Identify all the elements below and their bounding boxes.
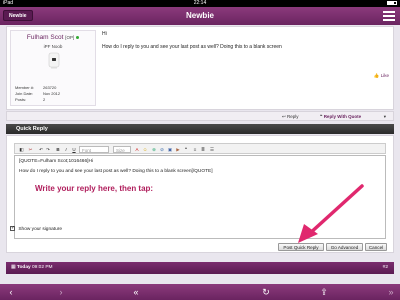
signature-label: Show your signature — [18, 226, 63, 232]
post-message: Hi How do I reply to you and see your la… — [102, 31, 282, 57]
reply-arrow-icon: ↩ — [282, 114, 286, 119]
italic-icon[interactable]: I — [63, 146, 69, 153]
next-post-header: ▦ Today 09:02 PM #2 — [6, 262, 394, 274]
post-quick-reply-button[interactable]: Post Quick Reply — [278, 243, 324, 251]
battery-icon — [387, 0, 397, 5]
online-status-icon — [76, 35, 80, 39]
top-nav-bar: Newbie Newbie — [0, 7, 400, 25]
editor-quote-open: [QUOTE=Fulham Scot;1016466]Hi — [19, 159, 93, 164]
avatar[interactable] — [46, 51, 62, 69]
calendar-icon: ▦ — [11, 265, 16, 270]
username-text[interactable]: Fulham Scot — [27, 34, 64, 41]
user-info-box: Fulham Scot [OP] iPF Noob Member #: 26372… — [10, 30, 96, 106]
quick-reply-heading: Quick Reply — [6, 124, 394, 134]
cancel-button[interactable]: Cancel — [365, 243, 387, 251]
list-icon[interactable]: ☰ — [209, 146, 215, 153]
forward-arrow-icon[interactable]: › — [55, 286, 67, 298]
align-center-icon[interactable]: ≣ — [200, 146, 206, 153]
editor-toolbar: ◧ ✂ ↶ ↷ B I U Font Size A ☺ ⊕ ⊘ ▣ ▶ ❞ ≡ … — [14, 143, 386, 154]
align-left-icon[interactable]: ≡ — [192, 146, 198, 153]
next-page-icon[interactable]: » — [385, 286, 397, 298]
battery-indicator — [385, 0, 397, 7]
hamburger-menu-icon[interactable] — [383, 11, 395, 21]
op-tag: [OP] — [65, 35, 75, 40]
stat-row: Posts: 2 — [15, 97, 46, 102]
post-body: How do I reply to you and see your last … — [102, 44, 282, 50]
thumbs-up-icon: 👍 — [373, 73, 380, 78]
status-bar: iPad 22:14 — [0, 0, 400, 7]
clock: 22:14 — [193, 0, 207, 6]
checkbox-checked-icon[interactable] — [10, 225, 15, 231]
font-select[interactable]: Font — [79, 146, 109, 153]
source-mode-icon[interactable]: ◧ — [18, 146, 25, 153]
share-icon[interactable]: ⇪ — [318, 286, 330, 298]
image-icon[interactable]: ▣ — [167, 146, 173, 153]
smilie-icon[interactable]: ☺ — [142, 146, 148, 153]
back-arrow-icon[interactable]: ‹ — [5, 286, 17, 298]
quote-icon: ❝ — [320, 114, 323, 119]
post-date: Today — [16, 265, 31, 270]
post-action-bar: ↩ Reply ❝ Reply With Quote ▾ — [6, 111, 394, 121]
like-button[interactable]: 👍 Like — [374, 73, 389, 79]
redo-icon[interactable]: ↷ — [45, 146, 51, 153]
reply-with-quote-button[interactable]: ❝ Reply With Quote — [317, 113, 364, 120]
bold-icon[interactable]: B — [55, 146, 61, 153]
text-color-icon[interactable]: A — [134, 146, 140, 153]
go-advanced-button[interactable]: Go Advanced — [326, 243, 363, 251]
reply-button[interactable]: ↩ Reply — [279, 113, 302, 120]
quick-reply-textarea[interactable]: [QUOTE=Fulham Scot;1016466]Hi How do I r… — [14, 155, 386, 239]
post-username[interactable]: Fulham Scot [OP] — [11, 34, 95, 41]
undo-icon[interactable]: ↶ — [38, 146, 44, 153]
page-title: Newbie — [185, 11, 214, 20]
bottom-toolbar: ‹ › « ↻ ⇪ » — [0, 284, 400, 300]
instruction-overlay-text: Write your reply here, then tap: — [35, 184, 154, 193]
user-stats: Member #: 263720 Join Date: Nov 2012 Posts… — [15, 85, 93, 103]
more-options-icon[interactable]: ▾ — [381, 113, 389, 120]
size-select[interactable]: Size — [113, 146, 131, 153]
show-signature-checkbox[interactable]: Show your signature — [10, 225, 63, 232]
remove-format-icon[interactable]: ✂ — [27, 146, 34, 153]
post-time: 09:02 PM — [32, 265, 53, 270]
refresh-icon[interactable]: ↻ — [260, 286, 272, 298]
post-1: Fulham Scot [OP] iPF Noob Member #: 26372… — [6, 26, 394, 110]
quote-insert-icon[interactable]: ❞ — [183, 146, 189, 153]
prev-page-icon[interactable]: « — [130, 286, 142, 298]
link-icon[interactable]: ⊕ — [151, 146, 157, 153]
video-icon[interactable]: ▶ — [175, 146, 181, 153]
post-greeting: Hi — [102, 31, 107, 37]
quick-reply-panel: ◧ ✂ ↶ ↷ B I U Font Size A ☺ ⊕ ⊘ ▣ ▶ ❞ ≡ … — [6, 135, 394, 253]
underline-icon[interactable]: U — [71, 146, 77, 153]
post-number[interactable]: #2 — [383, 262, 388, 274]
editor-quote-body: How do I reply to you and see your last … — [19, 169, 213, 174]
unlink-icon[interactable]: ⊘ — [159, 146, 165, 153]
user-rank: iPF Noob — [43, 44, 63, 49]
